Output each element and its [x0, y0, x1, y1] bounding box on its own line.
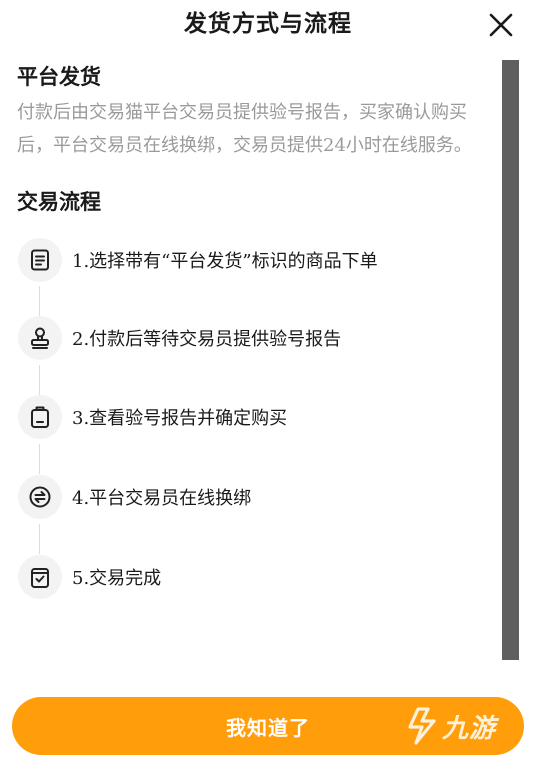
platform-shipping-heading: 平台发货: [17, 65, 101, 89]
watermark: 九游: [406, 705, 496, 747]
got-it-button[interactable]: 我知道了 九游: [12, 697, 524, 755]
process-step-5: 5.交易完成: [18, 555, 488, 599]
step-label: 5.交易完成: [72, 568, 162, 589]
step-label: 1.选择带有“平台发货”标识的商品下单: [72, 251, 378, 272]
close-button[interactable]: [486, 10, 516, 40]
process-step-2: 2.付款后等待交易员提供验号报告: [18, 316, 488, 360]
swap-arrows-icon: [18, 475, 62, 519]
check-box-icon: [18, 555, 62, 599]
clipboard-icon: [18, 395, 62, 439]
process-step-4: 4.平台交易员在线换绑: [18, 475, 488, 519]
step-connector: [39, 524, 40, 554]
description-line: 付款后由交易猫平台交易员提供验号报告，买家确认购买: [17, 102, 467, 123]
platform-shipping-description: 付款后由交易猫平台交易员提供验号报告，买家确认购买 后，平台交易员在线换绑，交易…: [17, 96, 502, 162]
watermark-text: 九游: [441, 713, 496, 744]
shipping-method-dialog: 发货方式与流程 平台发货 付款后由交易猫平台交易员提供验号报告，买家确认购买 后…: [0, 0, 536, 775]
scrollbar[interactable]: [502, 60, 519, 660]
stamp-icon: [18, 316, 62, 360]
dialog-title: 发货方式与流程: [184, 11, 352, 37]
trade-process-heading: 交易流程: [17, 190, 101, 214]
jiuyou-logo-icon: [408, 707, 436, 745]
process-step-1: 1.选择带有“平台发货”标识的商品下单: [18, 238, 488, 282]
document-list-icon: [18, 238, 62, 282]
dialog-content: 平台发货 付款后由交易猫平台交易员提供验号报告，买家确认购买 后，平台交易员在线…: [0, 60, 502, 660]
description-line: 后，平台交易员在线换绑，交易员提供24小时在线服务。: [17, 135, 472, 156]
step-label: 4.平台交易员在线换绑: [72, 488, 252, 509]
step-label: 3.查看验号报告并确定购买: [72, 408, 288, 429]
got-it-label: 我知道了: [226, 715, 310, 740]
step-connector: [39, 444, 40, 474]
step-connector: [39, 365, 40, 395]
close-icon: [489, 13, 513, 37]
step-connector: [39, 286, 40, 316]
step-label: 2.付款后等待交易员提供验号报告: [72, 329, 342, 350]
process-step-3: 3.查看验号报告并确定购买: [18, 395, 488, 439]
